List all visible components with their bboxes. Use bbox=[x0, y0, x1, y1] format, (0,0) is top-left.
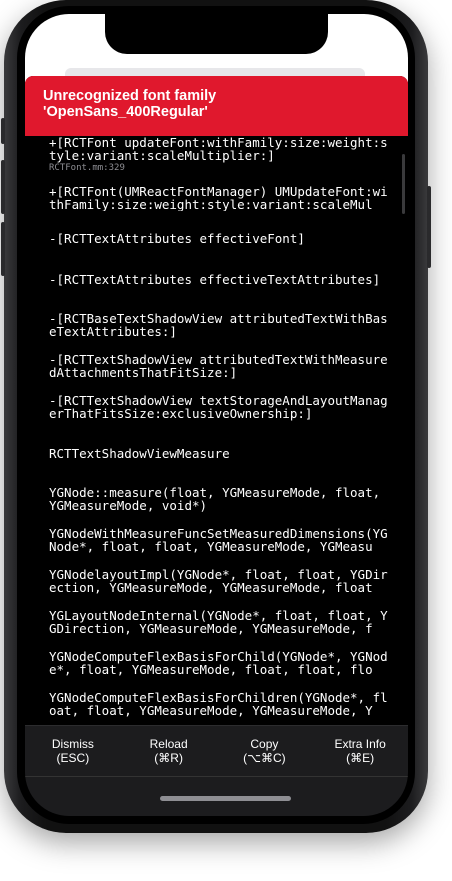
scrollbar[interactable] bbox=[402, 154, 405, 214]
volume-up-button bbox=[1, 160, 5, 214]
frame-method: -[RCTTextAttributes effectiveTextAttribu… bbox=[49, 272, 381, 287]
frame-method: YGNodeWithMeasureFuncSetMeasuredDimensio… bbox=[49, 527, 388, 553]
frame-method: YGLayoutNodeInternal(YGNode*, float, flo… bbox=[49, 609, 388, 635]
stack-frame[interactable]: -[RCTTextShadowView textStorageAndLayout… bbox=[49, 394, 392, 420]
dismiss-label: Dismiss bbox=[51, 737, 94, 751]
notch bbox=[105, 14, 328, 54]
divider bbox=[25, 776, 408, 777]
stack-frame[interactable]: YGNodelayoutImpl(YGNode*, float, float, … bbox=[49, 568, 392, 594]
stack-frame[interactable]: RCTTextShadowViewMeasure bbox=[49, 447, 392, 460]
extra-info-label: Extra Info bbox=[334, 737, 386, 751]
extra-info-shortcut: (⌘E) bbox=[346, 751, 375, 765]
home-indicator[interactable] bbox=[160, 796, 291, 801]
stack-frame[interactable]: -[RCTTextAttributes effectiveTextAttribu… bbox=[49, 273, 392, 286]
stack-frame[interactable]: -[RCTTextShadowView attributedTextWithMe… bbox=[49, 353, 392, 379]
stack-frame[interactable]: +[RCTFont updateFont:withFamily:size:wei… bbox=[49, 136, 392, 174]
frame-method: -[RCTBaseTextShadowView attributedTextWi… bbox=[49, 311, 388, 339]
error-toolbar: Dismiss (ESC) Reload (⌘R) Copy (⌥⌘C) Ext… bbox=[25, 725, 408, 776]
frame-method: YGNodelayoutImpl(YGNode*, float, float, … bbox=[49, 568, 388, 594]
frame-method: YGNodeComputeFlexBasisForChild(YGNode*, … bbox=[49, 650, 388, 676]
frame-method: -[RCTTextShadowView attributedTextWithMe… bbox=[49, 352, 388, 380]
power-button bbox=[427, 186, 431, 268]
frame-method: YGNodeComputeFlexBasisForChildren(YGNode… bbox=[49, 691, 388, 718]
stack-frame[interactable]: +[RCTFont(UMReactFontManager) UMUpdateFo… bbox=[49, 185, 392, 211]
stack-frame[interactable]: -[RCTTextAttributes effectiveFont] bbox=[49, 232, 392, 245]
copy-shortcut: (⌥⌘C) bbox=[243, 751, 286, 765]
stack-frame[interactable]: YGNode::measure(float, YGMeasureMode, fl… bbox=[49, 486, 392, 512]
error-overlay: Unrecognized font family 'OpenSans_400Re… bbox=[25, 76, 408, 816]
dismiss-button[interactable]: Dismiss (ESC) bbox=[25, 726, 121, 776]
stack-frame[interactable]: YGNodeComputeFlexBasisForChildren(YGNode… bbox=[49, 691, 392, 725]
dismiss-shortcut: (ESC) bbox=[56, 751, 90, 765]
extra-info-button[interactable]: Extra Info (⌘E) bbox=[312, 726, 408, 776]
volume-down-button bbox=[1, 222, 5, 276]
device-frame: Unrecognized font family 'OpenSans_400Re… bbox=[1, 0, 431, 833]
stack-frame[interactable]: -[RCTBaseTextShadowView attributedTextWi… bbox=[49, 312, 392, 338]
frame-method: YGNode::measure(float, YGMeasureMode, fl… bbox=[49, 485, 388, 513]
copy-label: Copy bbox=[250, 737, 279, 751]
mute-switch bbox=[1, 118, 5, 144]
frame-file: RCTFont.mm:329 bbox=[49, 163, 125, 173]
screen: Unrecognized font family 'OpenSans_400Re… bbox=[25, 14, 408, 816]
stack-frame[interactable]: YGLayoutNodeInternal(YGNode*, float, flo… bbox=[49, 609, 392, 635]
stack-frame[interactable]: YGNodeComputeFlexBasisForChild(YGNode*, … bbox=[49, 650, 392, 676]
reload-label: Reload bbox=[149, 737, 188, 751]
frame-method: -[RCTTextAttributes effectiveFont] bbox=[49, 231, 305, 246]
error-title: Unrecognized font family bbox=[43, 88, 217, 104]
error-header: Unrecognized font family 'OpenSans_400Re… bbox=[25, 76, 408, 136]
stack-frame[interactable]: YGNodeWithMeasureFuncSetMeasuredDimensio… bbox=[49, 527, 392, 553]
copy-button[interactable]: Copy (⌥⌘C) bbox=[217, 726, 313, 776]
error-subtitle: 'OpenSans_400Regular' bbox=[43, 104, 208, 120]
frame-method: RCTTextShadowViewMeasure bbox=[49, 446, 230, 461]
safe-area-bottom bbox=[25, 776, 408, 816]
reload-button[interactable]: Reload (⌘R) bbox=[121, 726, 217, 776]
frame-method: +[RCTFont updateFont:withFamily:size:wei… bbox=[49, 136, 388, 163]
frame-method: -[RCTTextShadowView textStorageAndLayout… bbox=[49, 393, 388, 421]
reload-shortcut: (⌘R) bbox=[154, 751, 183, 765]
stack-trace[interactable]: +[RCTFont updateFont:withFamily:size:wei… bbox=[25, 136, 408, 725]
frame-method: +[RCTFont(UMReactFontManager) UMUpdateFo… bbox=[49, 185, 388, 211]
